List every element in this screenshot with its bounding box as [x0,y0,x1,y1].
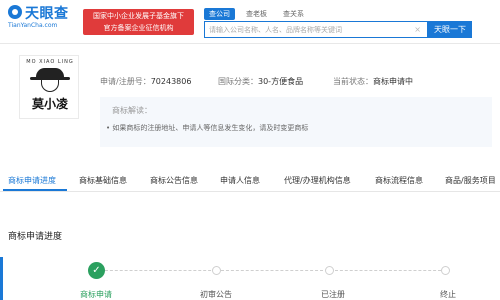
tab-progress[interactable]: 商标申请进度 [8,175,56,186]
progress-track-2 [221,270,323,271]
reg-number-field: 申请/注册号：70243806 [100,76,191,87]
notice-item: • 如果商标的注册地址、申请人等信息发生变化，请及时变更商标 [106,124,309,132]
brand-logo-text[interactable]: 天眼查 [25,3,69,23]
trademark-notice: 商标解读： • 如果商标的注册地址、申请人等信息发生变化，请及时变更商标 [100,97,492,147]
trademark-image: MO XIAO LING 莫小凌 [19,55,79,119]
check-icon: ✓ [88,262,105,279]
reg-number-value: 70243806 [150,77,192,86]
step-dot-4 [441,266,450,275]
class-value: 30-方便食品 [258,77,304,86]
badge-line-1: 国家中小企业发展子基金旗下 [93,12,184,20]
class-label: 国际分类： [218,77,258,86]
eye-logo-icon[interactable] [8,5,22,19]
status-label: 当前状态： [333,77,373,86]
progress-section-title: 商标申请进度 [8,232,63,242]
notice-text: 如果商标的注册地址、申请人等信息发生变化，请及时变更商标 [112,124,309,132]
trademark-logo-name: 莫小凌 [31,97,68,111]
tab-basic-info[interactable]: 商标基础信息 [79,175,127,186]
side-accent-bar [0,257,3,300]
header-divider [0,43,500,44]
clear-icon[interactable]: × [414,25,421,35]
tab-process[interactable]: 商标流程信息 [375,175,423,186]
tab-applicant[interactable]: 申请人信息 [220,175,260,186]
official-badge: 国家中小企业发展子基金旗下 官方备案企业征信机构 [83,9,194,35]
search-tab-boss[interactable]: 查老板 [241,8,272,20]
tab-announcements[interactable]: 商标公告信息 [150,175,198,186]
badge-line-2: 官方备案企业征信机构 [103,24,174,32]
notice-title: 商标解读： [112,106,152,115]
step-dot-2 [212,266,221,275]
progress-track-3 [335,270,441,271]
search-tab-relation[interactable]: 查关系 [278,8,309,20]
step-label-announce: 初审公告 [200,290,232,299]
tab-agency[interactable]: 代理/办理机构信息 [284,175,351,186]
step-label-registered: 已注册 [321,290,345,299]
step-label-apply: 商标申请 [80,290,112,299]
search-input[interactable] [209,24,409,36]
trademark-arc-text: MO XIAO LING [26,59,74,65]
class-field: 国际分类：30-方便食品 [218,76,303,87]
reg-number-label: 申请/注册号： [100,77,151,86]
status-field: 当前状态：商标申请中 [333,76,413,87]
step-dot-3 [325,266,334,275]
trademark-face-shape [41,80,59,92]
brand-domain: TianYanCha.com [8,22,58,29]
search-tab-company[interactable]: 查公司 [204,8,235,20]
active-tab-indicator [3,189,67,191]
status-value: 商标申请中 [373,77,413,86]
search-button[interactable]: 天眼一下 [428,21,472,38]
search-type-tabs: 查公司 查老板 查关系 [204,8,315,20]
detail-tabs: 商标申请进度 商标基础信息 商标公告信息 申请人信息 代理/办理机构信息 商标流… [0,170,500,192]
top-header: 天眼查 TianYanCha.com 国家中小企业发展子基金旗下 官方备案企业征… [0,0,500,43]
step-label-terminated: 终止 [440,290,456,299]
progress-track-1 [105,270,216,271]
search-box: × [204,21,428,38]
tab-goods-services[interactable]: 商品/服务项目 [445,175,496,186]
